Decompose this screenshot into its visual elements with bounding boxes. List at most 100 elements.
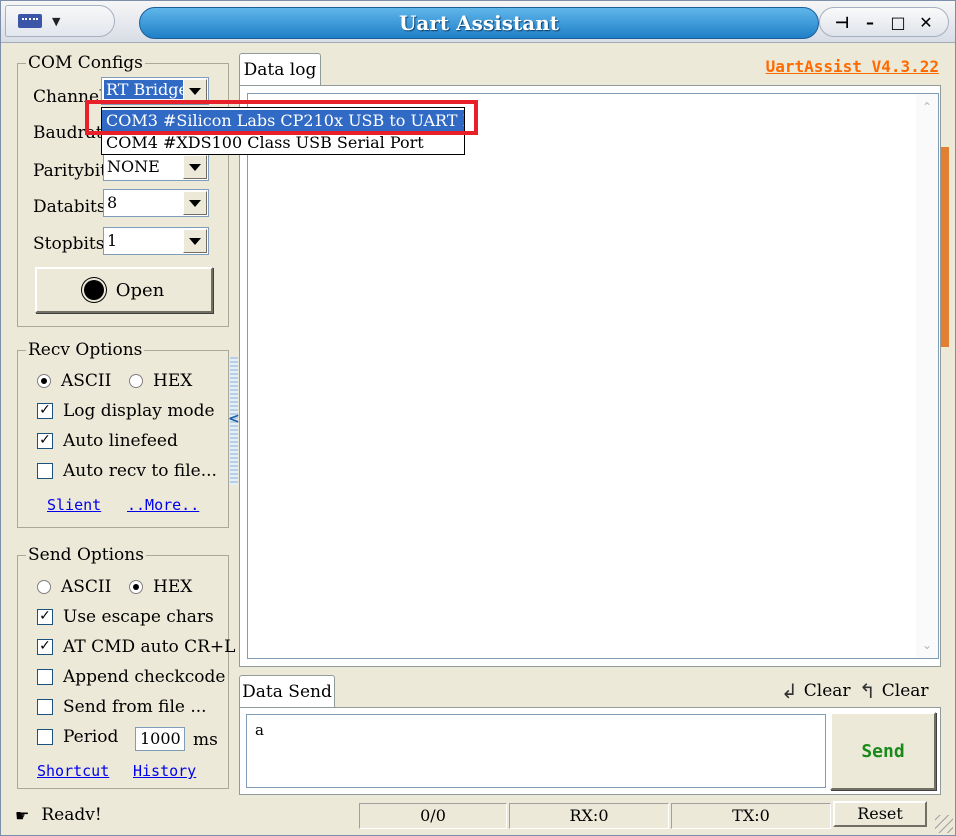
clear-log-label: Clear [803, 681, 851, 701]
chevron-down-icon[interactable] [183, 155, 207, 179]
recv-ascii-label: ASCII [61, 371, 112, 391]
auto-recv-label: Auto recv to file... [63, 461, 217, 481]
send-button[interactable]: Send [830, 712, 936, 790]
data-send-tab-label: Data Send [242, 682, 332, 702]
tab-data-log[interactable]: Data log [239, 53, 321, 87]
status-bar: ☛ Readv! 0/0 RX:0 TX:0 Reset [1, 799, 955, 835]
com-configs-legend: COM Configs [26, 53, 145, 73]
stopbits-select[interactable]: 1 [103, 227, 209, 255]
databits-select[interactable]: 8 [103, 189, 209, 217]
history-link[interactable]: History [133, 762, 196, 780]
recv-options-legend: Recv Options [26, 340, 145, 360]
record-icon [83, 280, 104, 300]
auto-recv-checkbox[interactable] [37, 463, 53, 479]
paritybits-label: Paritybit: [33, 161, 113, 181]
resize-grip-icon[interactable] [935, 815, 953, 833]
window-controls: ⊣ – □ ✕ [819, 7, 949, 37]
rx-counter: RX:0 [509, 803, 669, 829]
at-cmd-label: AT CMD auto CR+L [63, 637, 236, 657]
period-input[interactable]: 1000 [135, 727, 185, 751]
silent-link[interactable]: Slient [47, 496, 101, 514]
send-input-value: a [255, 721, 264, 739]
clear-send-button[interactable]: ↰ Clear [859, 679, 929, 703]
recv-hex-radio[interactable] [129, 374, 143, 388]
append-checkcode-label: Append checkcode [63, 667, 226, 687]
databits-label: Databits [33, 197, 106, 217]
stopbits-label: Stopbits [33, 234, 105, 254]
data-log-scrollbar[interactable]: ⌃ ⌄ [916, 94, 938, 658]
ready-status: ☛ Readv! [15, 805, 102, 825]
data-send-panel: a Send [239, 707, 941, 795]
send-input[interactable]: a [246, 714, 826, 788]
clear-log-button[interactable]: ↲ Clear [781, 679, 851, 703]
chevron-down-icon: ▼ [52, 14, 61, 28]
title-bar: ▼ Uart Assistant ⊣ – □ ✕ [1, 1, 955, 43]
escape-chars-checkbox[interactable]: ✓ [37, 609, 53, 625]
stopbits-value: 1 [107, 231, 118, 250]
open-label: Open [115, 279, 165, 301]
close-button[interactable]: ✕ [915, 13, 937, 32]
ready-text: Readv! [41, 805, 102, 825]
period-checkbox[interactable] [37, 729, 53, 745]
chevron-left-icon[interactable]: < [228, 411, 240, 427]
send-button-label: Send [861, 740, 905, 762]
data-log-output[interactable]: ⌃ ⌄ [247, 93, 939, 659]
byte-count-value: 0/0 [420, 806, 446, 825]
maximize-button[interactable]: □ [887, 13, 909, 32]
more-link[interactable]: ..More.. [127, 496, 199, 514]
rx-value: RX:0 [569, 806, 609, 825]
paritybits-value: NONE [107, 157, 160, 176]
system-menu-button[interactable]: ▼ [5, 5, 115, 37]
tx-counter: TX:0 [671, 803, 831, 829]
send-hex-radio[interactable] [129, 580, 143, 594]
data-log-tab-label: Data log [243, 60, 317, 80]
databits-value: 8 [107, 193, 118, 212]
recv-ascii-radio[interactable] [37, 374, 51, 388]
scroll-down-icon[interactable]: ⌄ [916, 634, 938, 656]
clear-send-label: Clear [881, 681, 929, 701]
reset-label: Reset [857, 804, 903, 823]
reset-button[interactable]: Reset [833, 801, 927, 827]
window-title: Uart Assistant [139, 7, 819, 39]
open-port-button[interactable]: Open [35, 267, 213, 313]
byte-count: 0/0 [359, 803, 507, 829]
auto-linefeed-label: Auto linefeed [63, 431, 178, 451]
hand-pointer-icon: ☛ [15, 805, 30, 825]
chevron-down-icon[interactable] [183, 191, 207, 215]
at-cmd-checkbox[interactable]: ✓ [37, 639, 53, 655]
send-hex-label: HEX [153, 577, 193, 597]
minimize-button[interactable]: – [859, 13, 881, 32]
send-from-file-checkbox[interactable] [37, 699, 53, 715]
side-scroll-indicator [941, 147, 949, 347]
shortcut-link[interactable]: Shortcut [37, 762, 109, 780]
tx-value: TX:0 [732, 806, 770, 825]
annotation-highlight-box [85, 100, 478, 135]
app-logo-icon [18, 14, 42, 28]
log-display-label: Log display mode [63, 401, 215, 421]
log-display-checkbox[interactable]: ✓ [37, 403, 53, 419]
pin-icon[interactable]: ⊣ [831, 13, 853, 32]
send-from-file-label: Send from file ... [63, 697, 207, 717]
paritybits-select[interactable]: NONE [103, 153, 209, 181]
up-arrow-icon: ↰ [859, 679, 876, 703]
send-ascii-radio[interactable] [37, 580, 51, 594]
period-unit-label: ms [193, 730, 218, 750]
send-ascii-label: ASCII [61, 577, 112, 597]
return-arrow-icon: ↲ [781, 679, 798, 703]
version-link[interactable]: UartAssist V4.3.22 [766, 57, 939, 76]
period-label: Period [63, 727, 119, 747]
app-window: ▼ Uart Assistant ⊣ – □ ✕ COM Configs Cha… [0, 0, 956, 836]
scroll-up-icon[interactable]: ⌃ [916, 96, 938, 118]
channel-option-com4[interactable]: COM4 #XDS100 Class USB Serial Port [102, 132, 464, 154]
chevron-down-icon[interactable] [183, 229, 207, 253]
escape-chars-label: Use escape chars [63, 607, 214, 627]
data-log-panel: ⌃ ⌄ [239, 85, 941, 667]
channel-value: RT Bridge [104, 80, 190, 99]
append-checkcode-checkbox[interactable] [37, 669, 53, 685]
panel-splitter[interactable]: < [228, 357, 240, 485]
recv-hex-label: HEX [153, 371, 193, 391]
send-options-legend: Send Options [26, 545, 146, 565]
auto-linefeed-checkbox[interactable]: ✓ [37, 433, 53, 449]
period-value: 1000 [140, 729, 181, 748]
tab-data-send[interactable]: Data Send [239, 675, 335, 709]
